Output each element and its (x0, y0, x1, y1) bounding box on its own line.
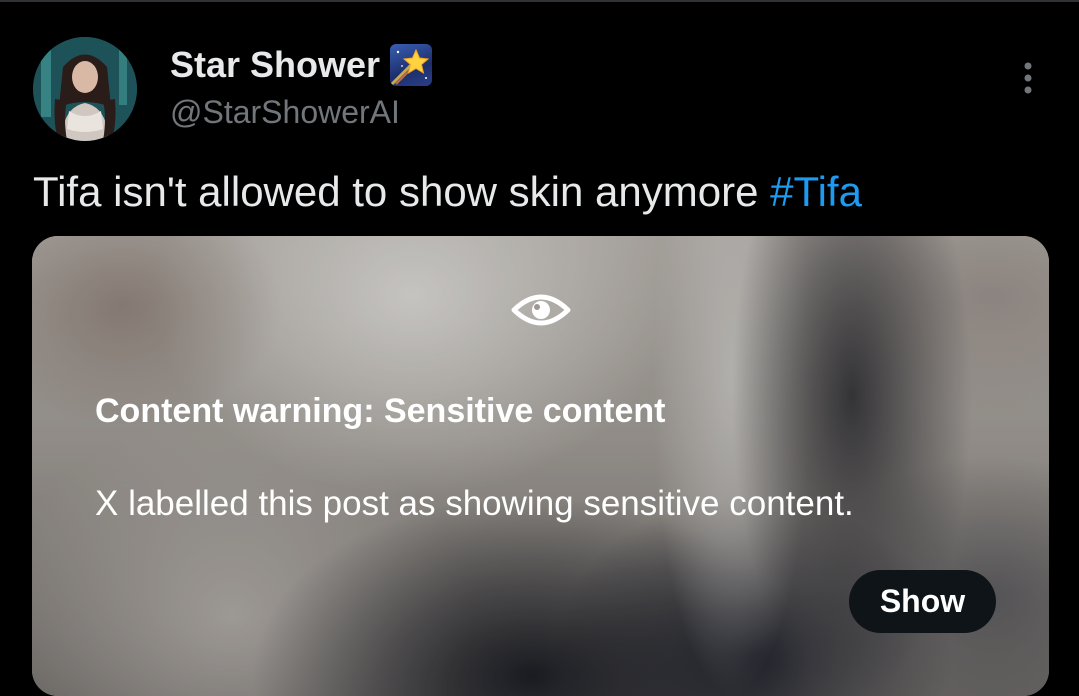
eye-icon (511, 294, 571, 326)
content-warning-title: Content warning: Sensitive content (95, 392, 666, 430)
show-button[interactable]: Show (849, 570, 996, 633)
more-vertical-icon (1024, 62, 1032, 94)
user-handle[interactable]: @StarShowerAI (170, 92, 400, 132)
top-divider (0, 0, 1079, 2)
display-name[interactable]: Star Shower (170, 44, 380, 86)
post-body: Tifa isn't allowed to show skin anymore (33, 168, 771, 215)
avatar-image (33, 37, 137, 141)
shooting-star-emoji (390, 44, 433, 86)
content-warning-description: X labelled this post as showing sensitiv… (95, 484, 854, 523)
avatar[interactable] (33, 37, 137, 141)
hashtag-link[interactable]: #Tifa (770, 168, 862, 215)
sensitive-media-card[interactable]: Content warning: Sensitive content X lab… (32, 236, 1049, 696)
display-name-row[interactable]: Star Shower (170, 44, 433, 86)
more-options-button[interactable] (1008, 58, 1048, 98)
post-text: Tifa isn't allowed to show skin anymore … (33, 166, 862, 218)
